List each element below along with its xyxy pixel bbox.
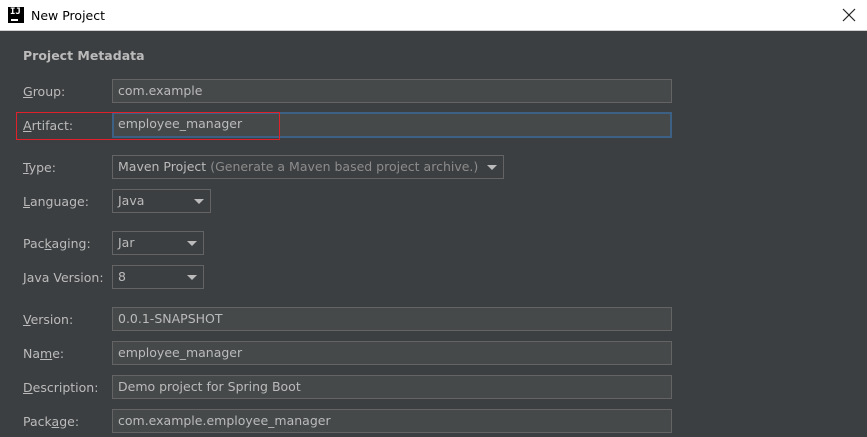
language-label: Language: [23,194,89,209]
java-version-value: 8 [118,269,126,284]
chevron-down-icon [487,165,497,170]
type-value: Maven Project [118,159,207,174]
type-label: Type: [23,160,56,175]
name-field[interactable]: employee_manager [112,341,672,365]
packaging-dropdown[interactable]: Jar [112,231,204,255]
window-title: New Project [31,8,106,23]
chevron-down-icon [187,241,197,246]
package-field[interactable]: com.example.employee_manager [112,409,672,433]
description-label: Description: [23,380,99,395]
type-dropdown[interactable]: Maven Project (Generate a Maven based pr… [112,155,504,179]
section-title: Project Metadata [23,48,145,63]
name-label: Name: [23,346,65,361]
chevron-down-icon [187,275,197,280]
packaging-value: Jar [118,235,135,250]
artifact-label: Artifact: [23,118,74,133]
dialog-content: Project Metadata Group: com.example Arti… [0,31,867,437]
description-field[interactable]: Demo project for Spring Boot [112,375,672,399]
package-label: Package: [23,414,80,429]
title-bar: IJ New Project [0,0,867,31]
packaging-label: Packaging: [23,236,91,251]
language-value: Java [118,193,145,208]
version-field[interactable]: 0.0.1-SNAPSHOT [112,307,672,331]
java-version-label: Java Version: [23,270,104,285]
chevron-down-icon [194,199,204,204]
close-icon[interactable] [839,5,859,25]
artifact-field[interactable]: employee_manager [112,112,672,138]
java-version-dropdown[interactable]: 8 [112,265,204,289]
group-label: Group: [23,84,66,99]
group-field[interactable]: com.example [112,79,672,103]
type-hint: (Generate a Maven based project archive.… [210,159,479,174]
intellij-app-icon: IJ [8,7,24,23]
language-dropdown[interactable]: Java [112,189,211,213]
version-label: Version: [23,312,74,327]
